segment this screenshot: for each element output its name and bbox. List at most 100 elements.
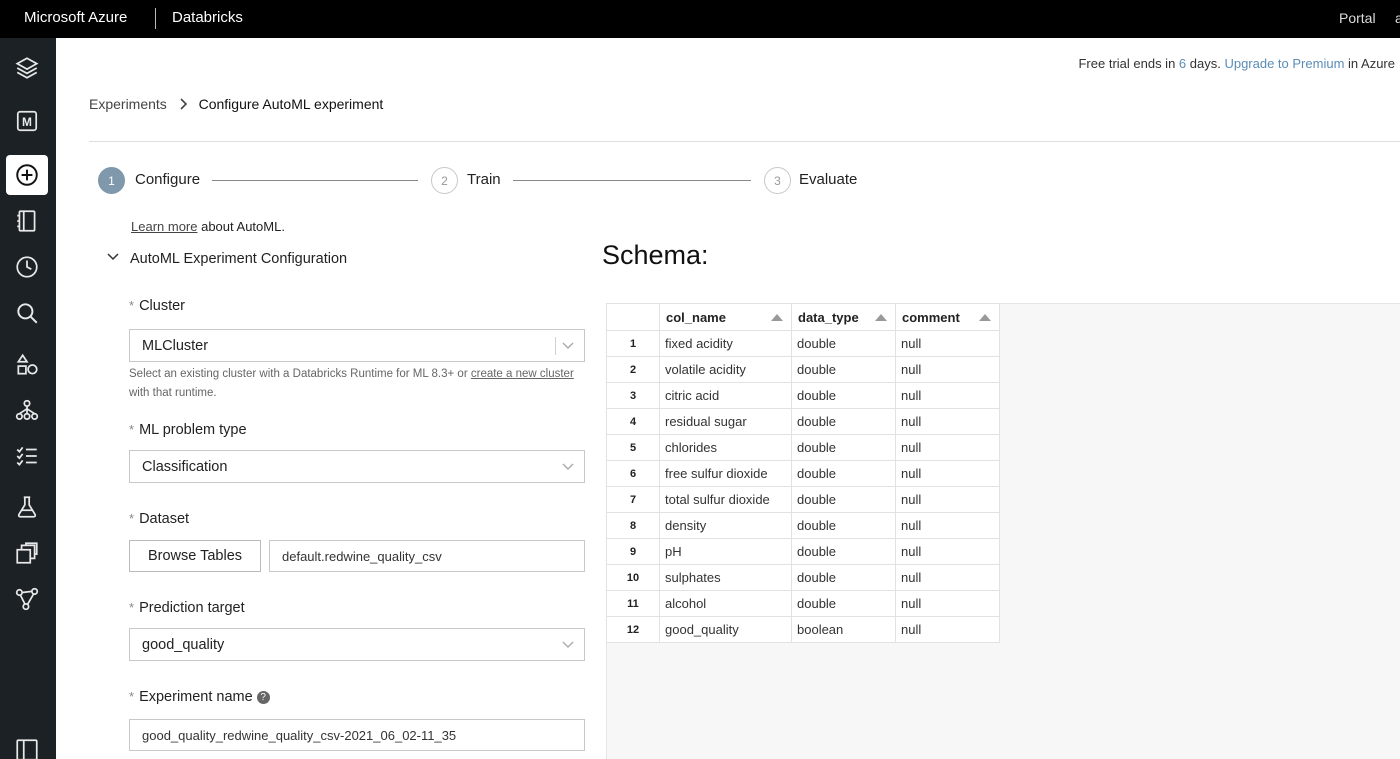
data-type-cell: double <box>791 590 896 617</box>
cluster-help-prefix: Select an existing cluster with a Databr… <box>129 368 471 380</box>
trial-suffix: days. <box>1186 56 1225 71</box>
cluster-select[interactable]: MLCluster <box>129 329 585 362</box>
create-cluster-link[interactable]: create a new cluster <box>471 368 574 380</box>
col-name-cell: residual sugar <box>659 408 792 435</box>
upgrade-link[interactable]: Upgrade to Premium <box>1224 56 1344 71</box>
step-2-indicator: 2 <box>431 167 458 194</box>
table-row: 7 total sulfur dioxide double null <box>606 486 1000 513</box>
portal-link[interactable]: Portal <box>1339 10 1376 26</box>
dataset-value: default.redwine_quality_csv <box>282 549 442 564</box>
comment-cell: null <box>895 590 1000 617</box>
data-type-cell: double <box>791 382 896 409</box>
learn-more-link[interactable]: Learn more <box>131 219 197 234</box>
experiment-name-label-text: Experiment name <box>139 689 253 705</box>
breadcrumb-experiments[interactable]: Experiments <box>89 96 167 112</box>
brand-separator <box>155 8 156 29</box>
feature-store-icon[interactable] <box>6 533 48 573</box>
jobs-icon[interactable] <box>6 436 48 476</box>
problem-type-value: Classification <box>142 459 228 475</box>
table-row: 8 density double null <box>606 512 1000 539</box>
row-index: 10 <box>606 564 660 591</box>
col-name-cell: pH <box>659 538 792 565</box>
prediction-target-select[interactable]: good_quality <box>129 628 585 661</box>
cluster-label: * Cluster <box>129 298 185 314</box>
create-icon[interactable] <box>6 155 48 195</box>
col-name-header[interactable]: col_name <box>659 303 792 331</box>
experiments-icon[interactable] <box>6 487 48 527</box>
col-name-header-label: col_name <box>666 309 726 325</box>
data-type-cell: double <box>791 434 896 461</box>
data-type-cell: double <box>791 408 896 435</box>
schema-title: Schema: <box>602 240 709 270</box>
step-3-label: Evaluate <box>799 171 858 188</box>
ml-persona-icon[interactable]: M <box>6 101 48 141</box>
workspace-icon[interactable] <box>6 201 48 241</box>
comment-header[interactable]: comment <box>895 303 1000 331</box>
help-icon[interactable]: ? <box>256 691 270 704</box>
prediction-target-value: good_quality <box>142 637 225 653</box>
row-index: 6 <box>606 460 660 487</box>
row-index: 4 <box>606 408 660 435</box>
cluster-label-text: Cluster <box>139 298 185 314</box>
cluster-value: MLCluster <box>142 338 209 354</box>
row-index: 8 <box>606 512 660 539</box>
step-1-label: Configure <box>135 171 201 188</box>
step-connector-2 <box>513 180 751 181</box>
data-type-cell: double <box>791 564 896 591</box>
clusters-icon[interactable] <box>6 391 48 431</box>
browse-tables-button[interactable]: Browse Tables <box>129 540 261 572</box>
panel-toggle-icon[interactable] <box>6 730 48 759</box>
table-row: 12 good_quality boolean null <box>606 616 1000 643</box>
data-type-cell: double <box>791 330 896 357</box>
table-row: 9 pH double null <box>606 538 1000 565</box>
data-icon[interactable] <box>6 345 48 385</box>
comment-cell: null <box>895 486 1000 513</box>
problem-type-select[interactable]: Classification <box>129 450 585 483</box>
col-name-cell: good_quality <box>659 616 792 643</box>
col-name-cell: citric acid <box>659 382 792 409</box>
row-index: 5 <box>606 434 660 461</box>
recents-icon[interactable] <box>6 247 48 287</box>
user-menu[interactable]: a <box>1395 10 1400 26</box>
dataset-field[interactable]: default.redwine_quality_csv <box>269 540 585 572</box>
chevron-down-icon <box>562 641 574 648</box>
top-bar: Microsoft Azure Databricks Portal a <box>0 0 1400 38</box>
experiment-name-field[interactable]: good_quality_redwine_quality_csv-2021_06… <box>129 719 585 751</box>
data-type-cell: double <box>791 512 896 539</box>
row-index: 1 <box>606 330 660 357</box>
dataset-label-text: Dataset <box>139 511 190 527</box>
trial-prefix: Free trial ends in <box>1078 56 1179 71</box>
row-index: 9 <box>606 538 660 565</box>
product-label[interactable]: Databricks <box>172 9 243 26</box>
row-index: 7 <box>606 486 660 513</box>
table-row: 2 volatile acidity double null <box>606 356 1000 383</box>
models-icon[interactable] <box>6 579 48 619</box>
config-section-toggle[interactable]: AutoML Experiment Configuration <box>105 251 347 267</box>
step-1-indicator: 1 <box>98 167 125 194</box>
prediction-target-label: * Prediction target <box>129 600 245 616</box>
data-type-cell: boolean <box>791 616 896 643</box>
data-type-cell: double <box>791 356 896 383</box>
problem-type-label-text: ML problem type <box>139 422 247 438</box>
table-row: 3 citric acid double null <box>606 382 1000 409</box>
data-type-header[interactable]: data_type <box>791 303 896 331</box>
comment-cell: null <box>895 330 1000 357</box>
col-name-cell: volatile acidity <box>659 356 792 383</box>
comment-cell: null <box>895 382 1000 409</box>
step-2-label: Train <box>467 171 501 188</box>
row-index-header <box>606 303 660 331</box>
brand-label[interactable]: Microsoft Azure <box>24 9 127 26</box>
required-mark: * <box>129 422 135 437</box>
schema-header-row: col_name data_type comment <box>606 303 1000 331</box>
chevron-down-icon <box>107 253 119 261</box>
step-connector-1 <box>212 180 418 181</box>
table-row: 4 residual sugar double null <box>606 408 1000 435</box>
search-icon[interactable] <box>6 293 48 333</box>
comment-cell: null <box>895 434 1000 461</box>
layers-icon[interactable] <box>6 48 48 88</box>
table-row: 6 free sulfur dioxide double null <box>606 460 1000 487</box>
table-row: 1 fixed acidity double null <box>606 330 1000 357</box>
breadcrumb: Experiments Configure AutoML experiment <box>89 96 383 112</box>
chevron-right-icon <box>180 98 187 110</box>
comment-cell: null <box>895 616 1000 643</box>
